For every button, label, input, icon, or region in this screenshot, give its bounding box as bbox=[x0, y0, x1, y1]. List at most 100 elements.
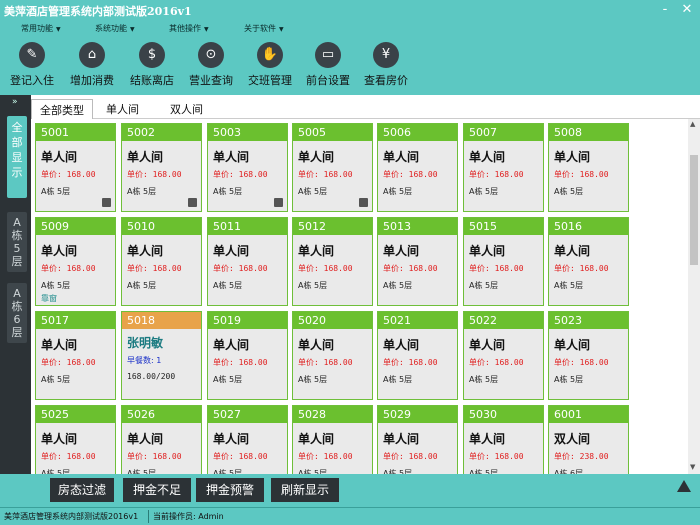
room-type: 单人间 bbox=[213, 338, 250, 352]
room-price: 单价: 168.00 bbox=[127, 264, 182, 273]
menu-other[interactable]: 其他操作 ▼ bbox=[169, 23, 209, 34]
room-card[interactable]: 5025 单人间 单价: 168.00 A栋 5层 bbox=[35, 405, 116, 474]
trash-icon[interactable] bbox=[188, 198, 197, 207]
room-number: 5010 bbox=[122, 218, 201, 235]
checkin-button[interactable]: ✎ 登记入住 bbox=[10, 42, 54, 88]
room-card[interactable]: 5020 单人间 单价: 168.00 A栋 5层 bbox=[292, 311, 373, 400]
front-desk-settings-button[interactable]: ▭ 前台设置 bbox=[306, 42, 350, 88]
room-card[interactable]: 5005 单人间 单价: 168.00 A栋 5层 bbox=[292, 123, 373, 212]
room-type: 单人间 bbox=[41, 150, 78, 164]
tab-all-types[interactable]: 全部类型 bbox=[31, 99, 93, 119]
scroll-thumb[interactable] bbox=[690, 155, 698, 265]
room-card[interactable]: 6001 双人间 单价: 238.00 A栋 6层 bbox=[548, 405, 629, 474]
room-number: 5005 bbox=[293, 124, 372, 141]
room-type: 单人间 bbox=[41, 338, 78, 352]
room-card[interactable]: 5002 单人间 单价: 168.00 A栋 5层 bbox=[121, 123, 202, 212]
room-card[interactable]: 5011 单人间 单价: 168.00 A栋 5层 bbox=[207, 217, 288, 306]
room-type: 单人间 bbox=[469, 338, 506, 352]
sidebar-item-all[interactable]: 全部显示 bbox=[7, 116, 27, 198]
room-card[interactable]: 5009 单人间 单价: 168.00 A栋 5层 靠窗 bbox=[35, 217, 116, 306]
room-type: 单人间 bbox=[213, 244, 250, 258]
menu-common[interactable]: 常用功能 ▼ bbox=[21, 23, 61, 34]
deposit-low-button[interactable]: 押金不足 bbox=[123, 478, 191, 502]
scroll-top-icon[interactable] bbox=[677, 480, 691, 492]
room-floor: A栋 5层 bbox=[554, 281, 584, 290]
trash-icon[interactable] bbox=[102, 198, 111, 207]
room-card[interactable]: 5030 单人间 单价: 168.00 A栋 5层 bbox=[463, 405, 544, 474]
room-card[interactable]: 5015 单人间 单价: 168.00 A栋 5层 bbox=[463, 217, 544, 306]
room-card[interactable]: 5010 单人间 单价: 168.00 A栋 5层 bbox=[121, 217, 202, 306]
room-card[interactable]: 5017 单人间 单价: 168.00 A栋 5层 bbox=[35, 311, 116, 400]
room-card[interactable]: 5021 单人间 单价: 168.00 A栋 5层 bbox=[377, 311, 458, 400]
room-card[interactable]: 5022 单人间 单价: 168.00 A栋 5层 bbox=[463, 311, 544, 400]
deposit-warning-button[interactable]: 押金预警 bbox=[196, 478, 264, 502]
collapse-icon[interactable]: » bbox=[12, 97, 18, 107]
refresh-button[interactable]: 刷新显示 bbox=[271, 478, 339, 502]
room-number: 5025 bbox=[36, 406, 115, 423]
room-filter-button[interactable]: 房态过滤 bbox=[50, 478, 114, 502]
room-price: 单价: 168.00 bbox=[127, 170, 182, 179]
room-type: 单人间 bbox=[127, 150, 164, 164]
bill-icon: $ bbox=[139, 42, 165, 68]
trash-icon[interactable] bbox=[359, 198, 368, 207]
close-button[interactable]: ✕ bbox=[677, 1, 697, 19]
room-card[interactable]: 5013 单人间 单价: 168.00 A栋 5层 bbox=[377, 217, 458, 306]
tab-single[interactable]: 单人间 bbox=[98, 99, 147, 119]
room-number: 5019 bbox=[208, 312, 287, 329]
room-floor: A栋 5层 bbox=[127, 281, 157, 290]
room-card[interactable]: 5016 单人间 单价: 168.00 A栋 5层 bbox=[548, 217, 629, 306]
handover-button[interactable]: ✋ 交班管理 bbox=[248, 42, 292, 88]
room-card[interactable]: 5028 单人间 单价: 168.00 A栋 5层 bbox=[292, 405, 373, 474]
price-tag-icon: ¥ bbox=[373, 42, 399, 68]
room-card[interactable]: 5001 单人间 单价: 168.00 A栋 5层 bbox=[35, 123, 116, 212]
room-type: 单人间 bbox=[469, 150, 506, 164]
vertical-scrollbar[interactable]: ▲ ▼ bbox=[688, 119, 700, 474]
chevron-down-icon: ▼ bbox=[204, 26, 209, 33]
room-card[interactable]: 5003 单人间 单价: 168.00 A栋 5层 bbox=[207, 123, 288, 212]
room-price: 单价: 168.00 bbox=[41, 358, 96, 367]
room-card[interactable]: 5018 张明敏 早餐数: 1 168.00/200 bbox=[121, 311, 202, 400]
chevron-down-icon: ▼ bbox=[279, 26, 284, 33]
room-amount: 168.00/200 bbox=[127, 372, 176, 381]
scroll-down-icon[interactable]: ▼ bbox=[690, 463, 695, 471]
checkin-icon: ✎ bbox=[19, 42, 45, 68]
checkout-button[interactable]: $ 结账离店 bbox=[130, 42, 174, 88]
sidebar-item-a5[interactable]: A栋5层 bbox=[7, 212, 27, 272]
minimize-button[interactable]: - bbox=[655, 1, 675, 19]
room-price: 单价: 168.00 bbox=[469, 264, 524, 273]
room-number: 5020 bbox=[293, 312, 372, 329]
title-bar[interactable]: 美萍酒店管理系统内部测试版2016v1 - ✕ bbox=[0, 0, 700, 21]
room-grid: 5001 单人间 单价: 168.00 A栋 5层 5002 单人间 单价: 168.00 A… bbox=[31, 121, 688, 474]
room-card[interactable]: 5012 单人间 单价: 168.00 A栋 5层 bbox=[292, 217, 373, 306]
room-card[interactable]: 5027 单人间 单价: 168.00 A栋 5层 bbox=[207, 405, 288, 474]
trash-icon[interactable] bbox=[274, 198, 283, 207]
room-price-button[interactable]: ¥ 查看房价 bbox=[364, 42, 408, 88]
status-operator: 当前操作员: Admin bbox=[153, 512, 224, 521]
room-floor: A栋 5层 bbox=[127, 187, 157, 196]
room-price: 单价: 168.00 bbox=[127, 452, 182, 461]
room-price: 单价: 168.00 bbox=[41, 170, 96, 179]
room-number: 5029 bbox=[378, 406, 457, 423]
tab-double[interactable]: 双人间 bbox=[162, 99, 211, 119]
sidebar-item-a6[interactable]: A栋6层 bbox=[7, 283, 27, 343]
room-card[interactable]: 5008 单人间 单价: 168.00 A栋 5层 bbox=[548, 123, 629, 212]
room-card[interactable]: 5029 单人间 单价: 168.00 A栋 5层 bbox=[377, 405, 458, 474]
room-number: 5027 bbox=[208, 406, 287, 423]
room-card[interactable]: 5019 单人间 单价: 168.00 A栋 5层 bbox=[207, 311, 288, 400]
room-number: 5011 bbox=[208, 218, 287, 235]
add-consumption-button[interactable]: ⌂ 增加消费 bbox=[70, 42, 114, 88]
status-divider bbox=[148, 510, 149, 523]
room-card[interactable]: 5007 单人间 单价: 168.00 A栋 5层 bbox=[463, 123, 544, 212]
scroll-up-icon[interactable]: ▲ bbox=[690, 120, 695, 128]
room-floor: A栋 5层 bbox=[41, 281, 71, 290]
room-card[interactable]: 5023 单人间 单价: 168.00 A栋 5层 bbox=[548, 311, 629, 400]
room-price: 单价: 168.00 bbox=[298, 358, 353, 367]
room-price: 单价: 168.00 bbox=[213, 358, 268, 367]
room-type: 单人间 bbox=[554, 150, 591, 164]
room-card[interactable]: 5006 单人间 单价: 168.00 A栋 5层 bbox=[377, 123, 458, 212]
chevron-down-icon: ▼ bbox=[56, 26, 61, 33]
menu-system[interactable]: 系统功能 ▼ bbox=[95, 23, 135, 34]
menu-about[interactable]: 关于软件 ▼ bbox=[244, 23, 284, 34]
room-card[interactable]: 5026 单人间 单价: 168.00 A栋 5层 bbox=[121, 405, 202, 474]
business-query-button[interactable]: ⊙ 营业查询 bbox=[189, 42, 233, 88]
